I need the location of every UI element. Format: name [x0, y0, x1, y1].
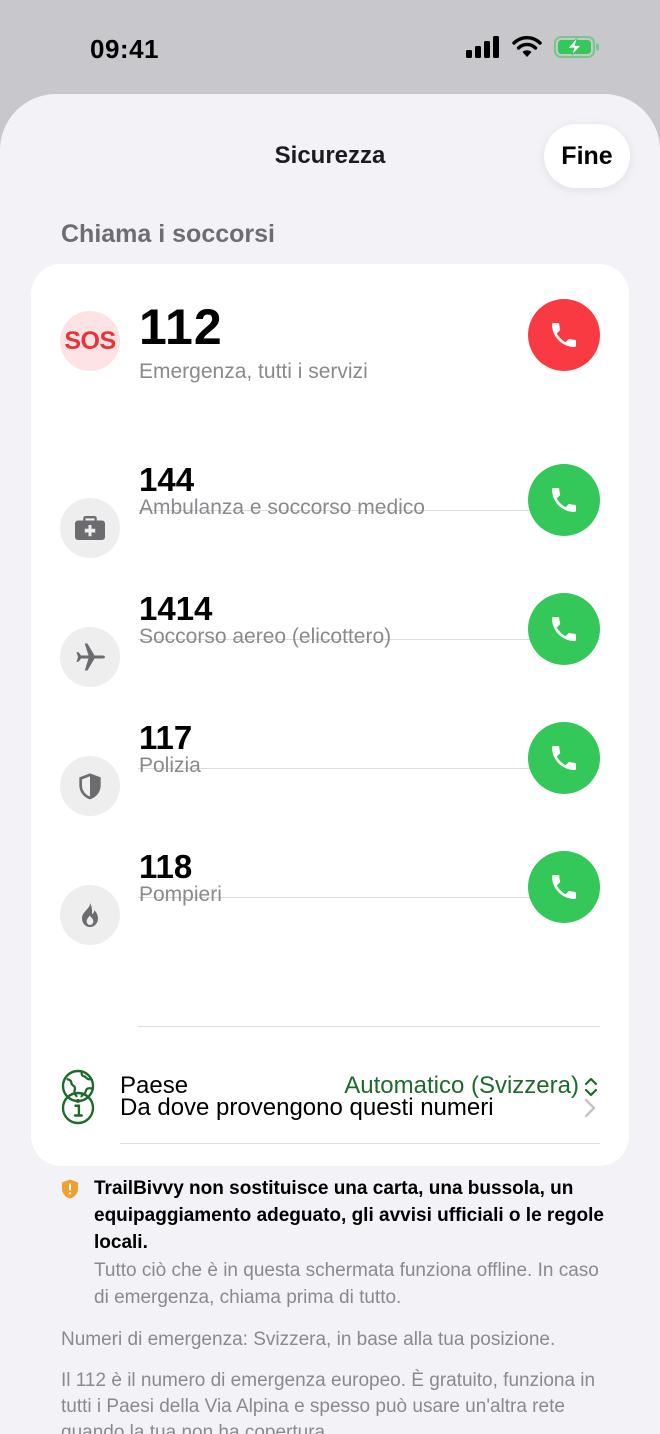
contact-row-112: SOS 112 Emergenza, tutti i servizi — [31, 264, 629, 393]
disclaimer-sub-text: Tutto ciò che è in questa schermata funz… — [94, 1260, 599, 1308]
info-icon — [61, 1091, 95, 1125]
section-header: Chiama i soccorsi — [61, 220, 275, 248]
disclaimer-bold-text: TrailBivvy non sostituisce una carta, un… — [94, 1178, 604, 1253]
warning-shield-icon — [62, 1179, 78, 1199]
call-button-118[interactable] — [528, 851, 600, 923]
contact-row-118: 118 Pompieri — [31, 848, 629, 1027]
contact-number: 112 — [139, 299, 223, 355]
status-icons — [466, 36, 600, 58]
safety-sheet: Sicurezza Fine Chiama i soccorsi SOS 112… — [0, 94, 660, 1434]
wifi-icon — [512, 36, 542, 57]
numbers-source-row[interactable]: Da dove provengono questi numeri — [31, 1068, 629, 1166]
contact-description: Emergenza, tutti i servizi — [139, 360, 368, 383]
status-time: 09:41 — [90, 34, 159, 64]
flame-icon — [60, 885, 120, 945]
airplane-icon — [60, 627, 120, 687]
contact-number: 144 — [139, 461, 195, 498]
chevron-right-icon — [584, 1098, 596, 1118]
contact-number: 118 — [139, 848, 193, 885]
footer-country-note: Numeri di emergenza: Svizzera, in base a… — [61, 1329, 556, 1350]
emergency-contacts-card: SOS 112 Emergenza, tutti i servizi 144 A… — [31, 264, 629, 1166]
phone-icon — [552, 875, 576, 899]
medical-kit-icon — [60, 498, 120, 558]
call-button-144[interactable] — [528, 464, 600, 536]
contact-description: Ambulanza e soccorso medico — [139, 496, 425, 519]
contact-description: Soccorso aereo (elicottero) — [139, 625, 392, 648]
phone-icon — [552, 488, 576, 512]
sos-icon: SOS — [60, 311, 120, 371]
footer-112-note: Il 112 è il numero di emergenza europeo.… — [61, 1370, 596, 1434]
battery-charging-icon — [554, 36, 599, 58]
phone-icon — [552, 617, 576, 641]
call-button-1414[interactable] — [528, 593, 600, 665]
call-button-112[interactable] — [528, 299, 600, 371]
phone-icon — [552, 323, 576, 347]
contact-number: 1414 — [139, 590, 213, 627]
cellular-signal-icon — [466, 36, 499, 58]
call-button-117[interactable] — [528, 722, 600, 794]
status-bar: 09:41 — [0, 0, 660, 95]
phone-icon — [552, 746, 576, 770]
shield-icon — [60, 756, 120, 816]
contact-description: Polizia — [139, 754, 201, 777]
done-button[interactable]: Fine — [544, 124, 630, 188]
contact-description: Pompieri — [139, 883, 222, 906]
contact-number: 117 — [139, 719, 193, 756]
source-label: Da dove provengono questi numeri — [120, 1094, 494, 1121]
